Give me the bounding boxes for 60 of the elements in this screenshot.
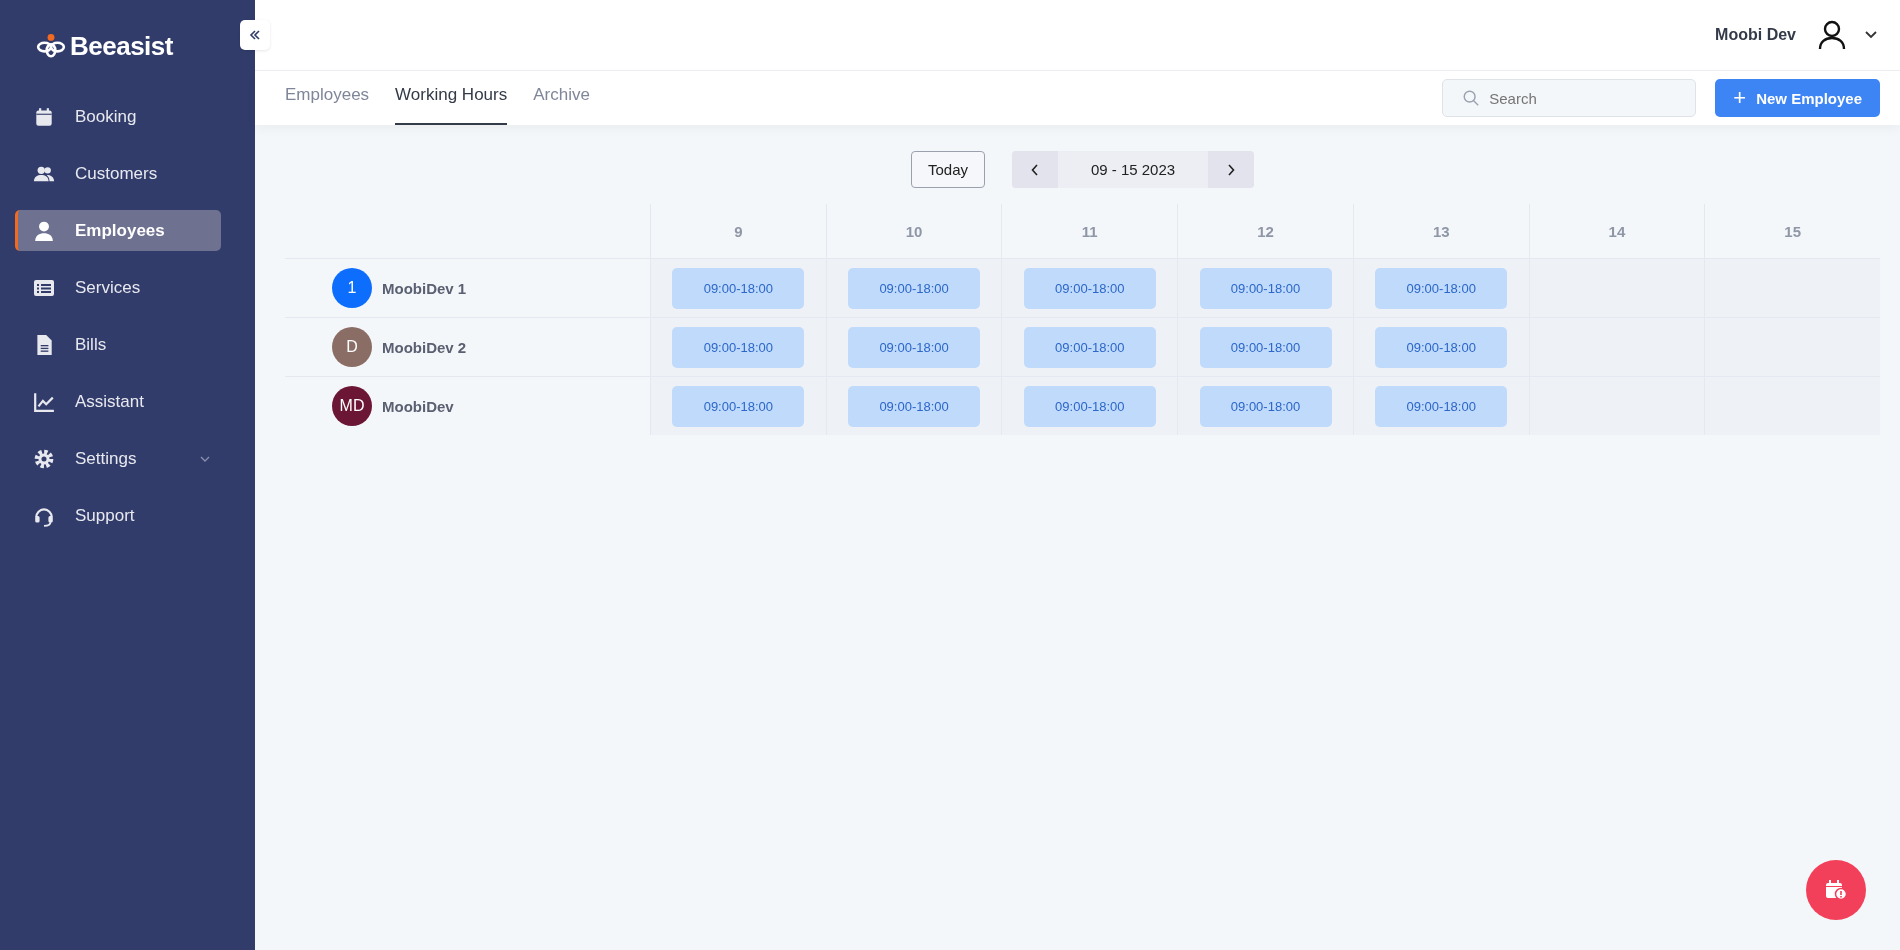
shift-chip[interactable]: 09:00-18:00	[672, 385, 805, 427]
user-name: Moobi Dev	[1715, 26, 1796, 44]
bee-logo-icon	[36, 33, 66, 59]
chevron-left-icon	[1031, 163, 1039, 176]
avatar: MD	[332, 386, 372, 426]
chevron-down-icon	[199, 454, 211, 463]
sidebar-item[interactable]: Assistant	[15, 381, 221, 422]
collapse-sidebar-button[interactable]	[240, 20, 270, 50]
calendar-alert-icon	[1824, 879, 1848, 901]
sidebar-item[interactable]: Booking	[15, 96, 221, 137]
shift-chip[interactable]: 09:00-18:00	[848, 385, 981, 427]
day-header: 12	[1257, 222, 1274, 240]
shift-chip[interactable]: 09:00-18:00	[672, 326, 805, 368]
sidebar-item[interactable]: Services	[15, 267, 221, 308]
chevron-down-icon[interactable]	[1864, 31, 1878, 39]
employee-name: MoobiDev 1	[382, 279, 467, 297]
employee-name: MoobiDev 2	[382, 338, 467, 356]
shift-chip[interactable]: 09:00-18:00	[848, 267, 981, 309]
today-button[interactable]: Today	[911, 151, 985, 188]
shift-chip[interactable]: 09:00-18:00	[1023, 267, 1156, 309]
shift-chip[interactable]: 09:00-18:00	[1023, 326, 1156, 368]
tab[interactable]: Archive	[533, 71, 590, 125]
shift-chip[interactable]: 09:00-18:00	[848, 326, 981, 368]
line-chart-icon	[33, 390, 55, 413]
shift-chip[interactable]: 09:00-18:00	[1375, 385, 1508, 427]
double-chevron-left-icon	[248, 29, 262, 41]
tab[interactable]: Employees	[285, 71, 370, 125]
day-header: 15	[1784, 222, 1801, 240]
settings-icon	[33, 447, 55, 470]
calendar-icon	[33, 105, 55, 128]
sidebar-item[interactable]: Settings	[15, 438, 221, 479]
new-employee-button[interactable]: + New Employee	[1715, 79, 1880, 117]
shift-chip[interactable]: 09:00-18:00	[1375, 326, 1508, 368]
shift-chip[interactable]: 09:00-18:00	[1375, 267, 1508, 309]
day-header: 9	[734, 222, 743, 240]
search-field[interactable]: Search	[1442, 79, 1697, 117]
day-header: 10	[905, 222, 923, 240]
day-header: 13	[1432, 222, 1450, 240]
shift-chip[interactable]: 09:00-18:00	[672, 267, 805, 309]
search-icon	[1462, 89, 1481, 107]
user-avatar-icon[interactable]	[1818, 20, 1846, 50]
avatar: 1	[332, 268, 372, 308]
employee-name: MoobiDev	[382, 397, 454, 415]
sidebar-item[interactable]: Bills	[15, 324, 221, 365]
calendar-alert-button[interactable]	[1806, 860, 1866, 920]
brand-name: Beeasist	[70, 30, 173, 62]
avatar: D	[332, 327, 372, 367]
sidebar-item[interactable]: Employees	[15, 210, 221, 251]
shift-chip[interactable]: 09:00-18:00	[1199, 326, 1332, 368]
day-header: 14	[1608, 222, 1626, 240]
shift-chip[interactable]: 09:00-18:00	[1199, 267, 1332, 309]
sidebar-item[interactable]: Customers	[15, 153, 221, 194]
day-header: 11	[1081, 222, 1098, 240]
sidebar-item[interactable]: Support	[15, 495, 221, 536]
shift-chip[interactable]: 09:00-18:00	[1199, 385, 1332, 427]
user-icon	[33, 219, 55, 242]
shift-chip[interactable]: 09:00-18:00	[1023, 385, 1156, 427]
chevron-right-icon	[1227, 163, 1235, 176]
week-range: 09 - 15 2023	[1089, 160, 1177, 180]
tab[interactable]: Working Hours	[395, 71, 508, 125]
